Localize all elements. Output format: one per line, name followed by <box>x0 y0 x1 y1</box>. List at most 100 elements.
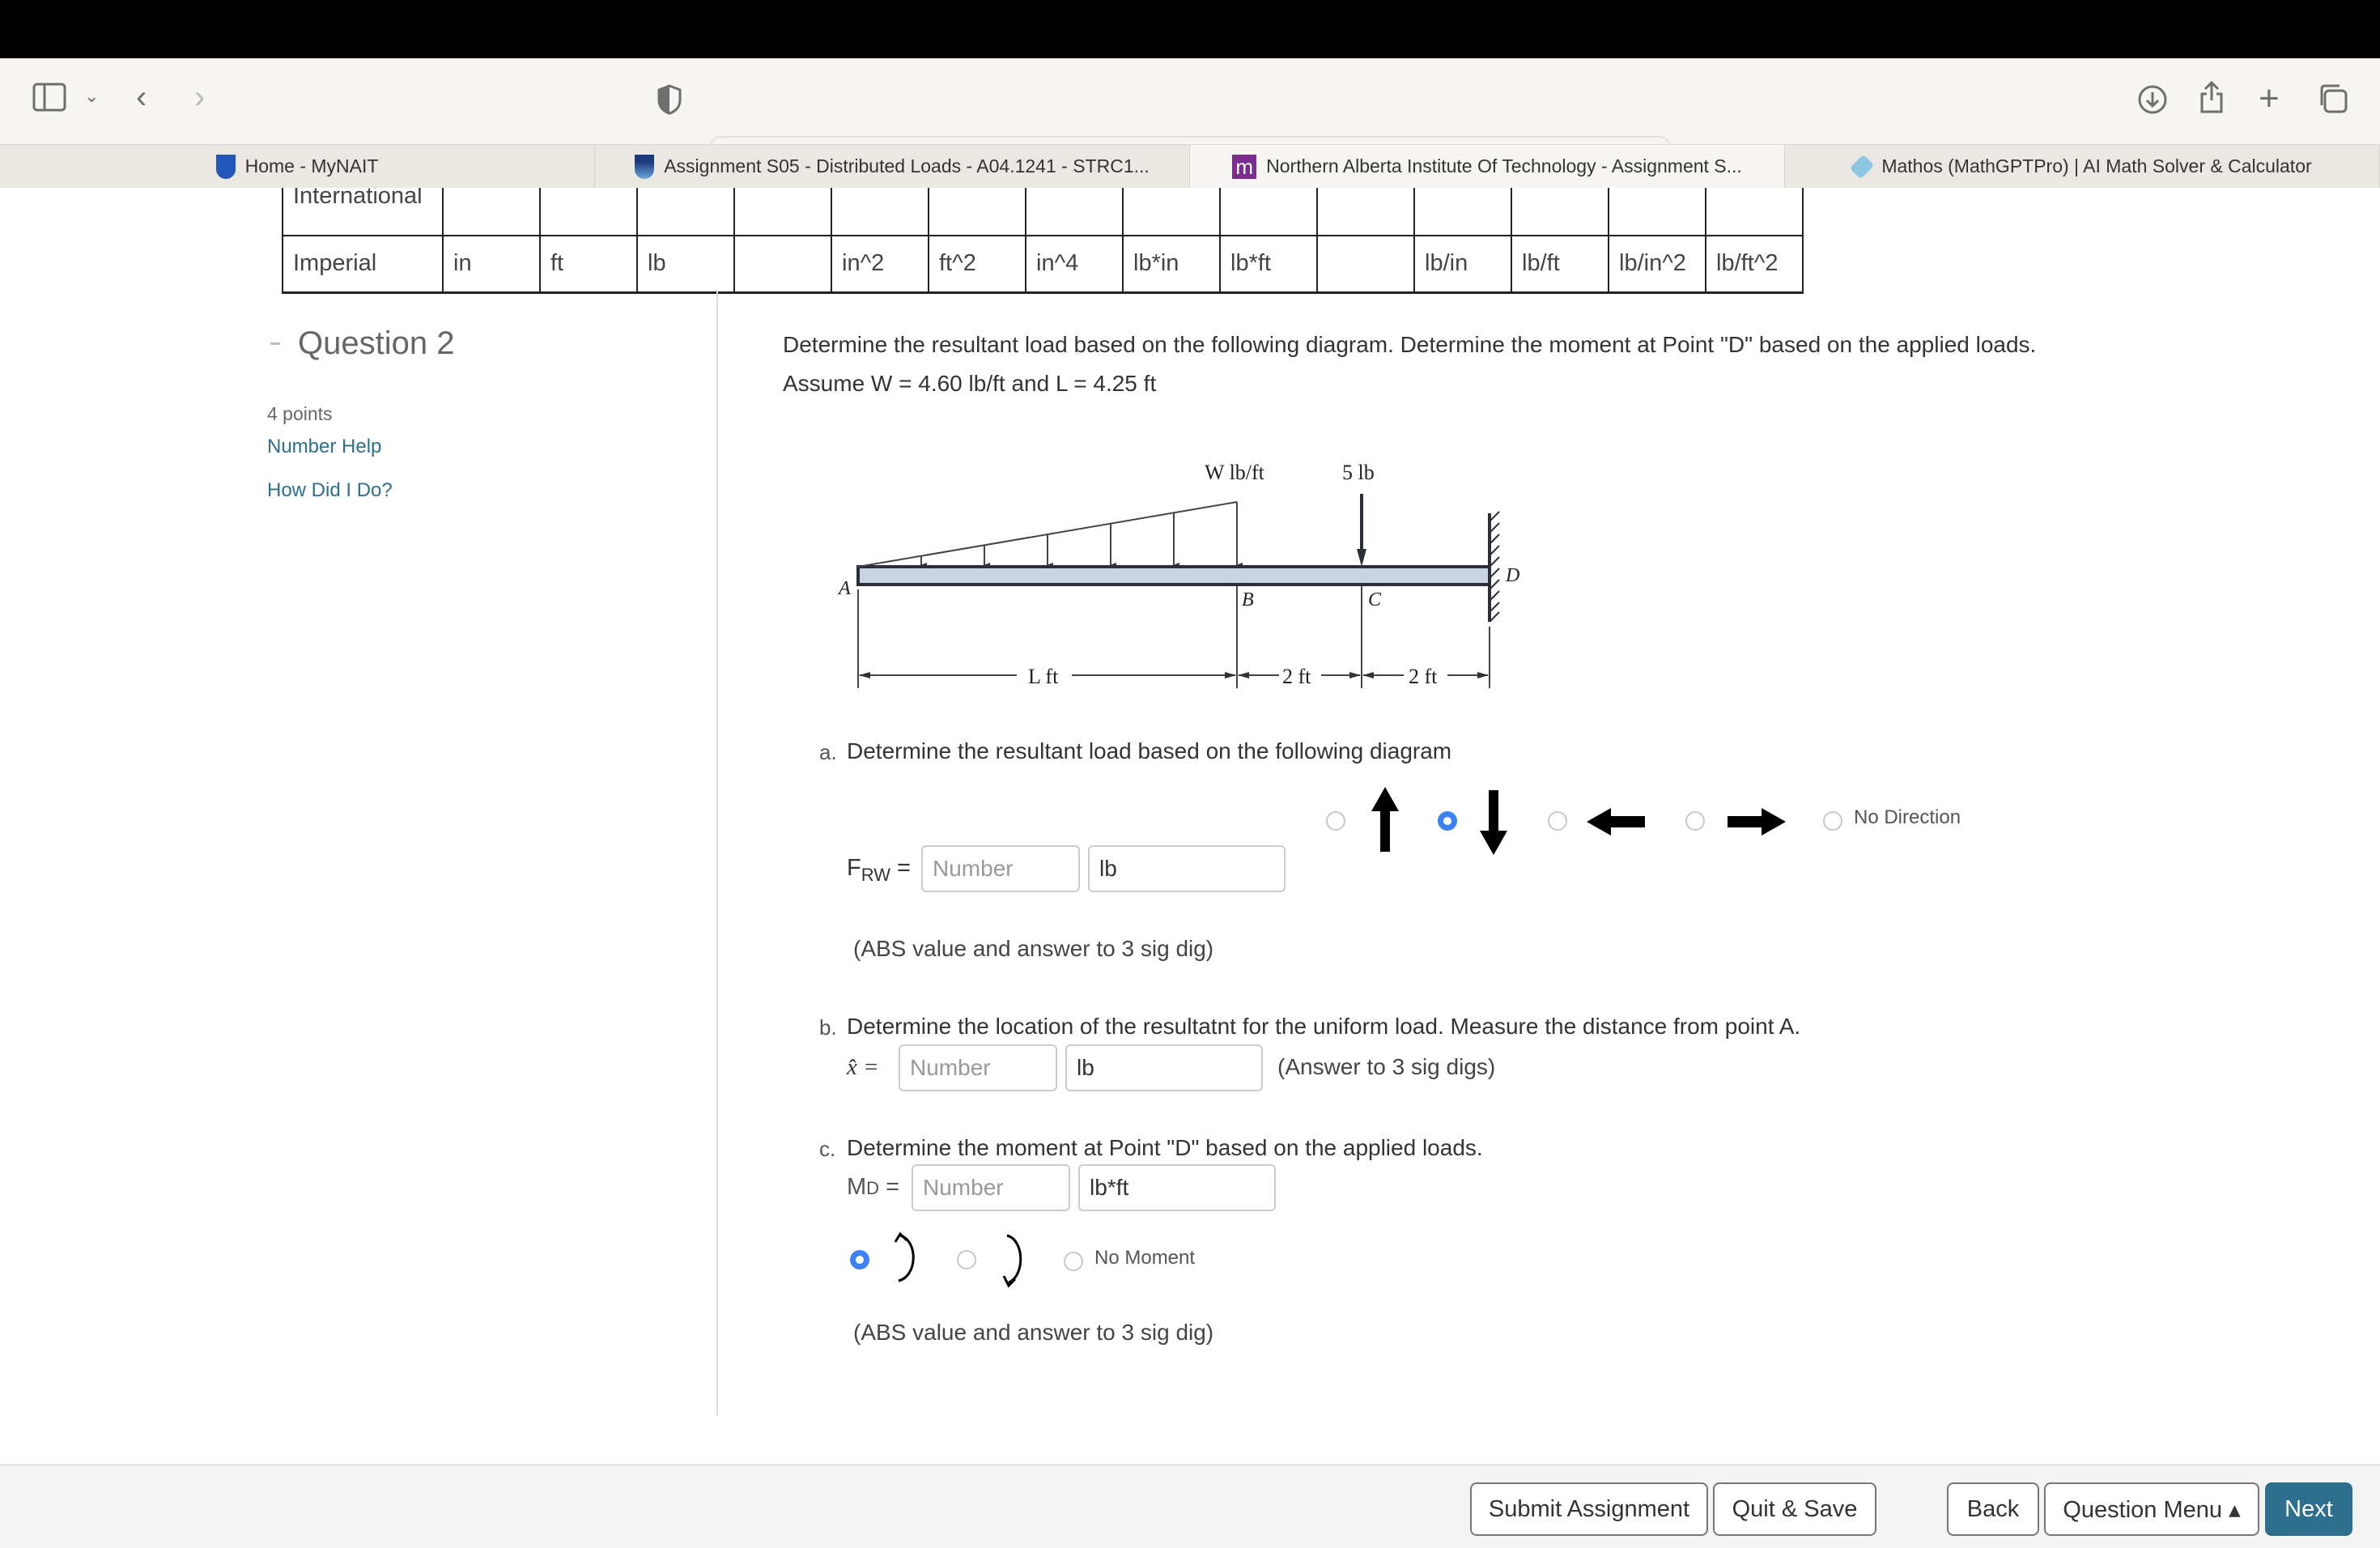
tab-label: Assignment S05 - Distributed Loads - A04… <box>664 155 1150 176</box>
point-a-label: A <box>837 578 851 599</box>
point-c-label: C <box>1368 589 1382 610</box>
part-a-text: Determine the resultant load based on th… <box>847 738 1452 763</box>
x-hat-label: x̂ = <box>847 1054 879 1080</box>
equals-sign: = <box>897 855 911 881</box>
table-cell <box>928 188 1026 236</box>
tab-assignment-s05[interactable]: Assignment S05 - Distributed Loads - A04… <box>595 145 1190 188</box>
table-cell <box>733 188 832 236</box>
table-cell: lb*in <box>1122 235 1221 294</box>
var-subscript: RW <box>861 864 890 885</box>
tab-nait-assignment[interactable]: m Northern Alberta Institute Of Technolo… <box>1190 145 1785 188</box>
question-menu-button[interactable]: Question Menu ▴ <box>2044 1482 2259 1536</box>
part-b-note: (Answer to 3 sig digs) <box>1277 1054 1496 1079</box>
xhat-number-input[interactable]: Number <box>899 1044 1057 1091</box>
var-subscript: D <box>866 1178 880 1198</box>
table-cell <box>831 188 929 236</box>
part-a-note: (ABS value and answer to 3 sig dig) <box>853 936 1214 961</box>
table-cell <box>1705 188 1804 236</box>
table-cell <box>1316 235 1415 294</box>
back-icon[interactable]: ‹ <box>136 81 147 113</box>
point-b-label: B <box>1242 589 1254 610</box>
question-title: Question 2 <box>298 325 455 361</box>
number-help-link[interactable]: Number Help <box>267 436 381 458</box>
equals-sign: = <box>886 1174 900 1200</box>
table-cell <box>539 188 638 236</box>
question-assumptions: Assume W = 4.60 lb/ft and L = 4.25 ft <box>783 371 1157 396</box>
direction-left-radio[interactable] <box>1548 811 1567 831</box>
quit-save-button[interactable]: Quit & Save <box>1713 1482 1876 1536</box>
direction-none-radio[interactable] <box>1823 811 1842 831</box>
part-c-note: (ABS value and answer to 3 sig dig) <box>853 1320 1214 1345</box>
direction-down-radio[interactable] <box>1438 811 1457 831</box>
table-cell: ft^2 <box>928 235 1026 294</box>
browser-toolbar: ⌄ ‹ › nait.mobius.cloud ↻ + <box>0 58 2380 181</box>
md-label: MD = <box>847 1174 899 1201</box>
nait-shield-icon <box>635 154 655 179</box>
tab-home-mynait[interactable]: Home - MyNAIT <box>0 145 595 188</box>
collapse-icon[interactable] <box>270 342 280 345</box>
no-moment-label: No Moment <box>1094 1247 1196 1269</box>
moment-cw-radio[interactable] <box>957 1250 976 1269</box>
new-tab-icon[interactable]: + <box>2259 81 2280 117</box>
tab-overview-icon[interactable] <box>2317 83 2349 121</box>
moment-none-radio[interactable] <box>1064 1252 1083 1271</box>
tab-mathos[interactable]: Mathos (MathGPTPro) | AI Math Solver & C… <box>1785 145 2380 188</box>
clockwise-icon <box>1002 1234 1022 1288</box>
row-label: Imperial <box>282 235 444 294</box>
part-c-text: Determine the moment at Point "D" based … <box>847 1135 1483 1160</box>
table-cell <box>442 188 541 236</box>
mobius-m-icon: m <box>1232 154 1257 179</box>
table-cell <box>1608 188 1706 236</box>
part-b-letter: b. <box>819 1015 837 1040</box>
submit-assignment-button[interactable]: Submit Assignment <box>1470 1482 1708 1536</box>
sidebar-toggle-icon[interactable] <box>32 83 66 117</box>
table-cell <box>1219 188 1318 236</box>
dim-l-label: L ft <box>1028 665 1059 688</box>
frw-unit-input[interactable]: lb <box>1088 845 1286 892</box>
moment-ccw-radio[interactable] <box>850 1250 869 1269</box>
tab-label: Home - MyNAIT <box>244 155 379 176</box>
table-cell: in^4 <box>1025 235 1124 294</box>
distributed-load-label: W lb/ft <box>1205 461 1265 484</box>
tab-bar: Home - MyNAIT Assignment S05 - Distribut… <box>0 144 2380 188</box>
direction-right-radio[interactable] <box>1685 811 1705 831</box>
chevron-down-icon[interactable]: ⌄ <box>84 87 99 105</box>
counterclockwise-icon <box>894 1231 915 1282</box>
no-direction-label: No Direction <box>1854 806 1961 828</box>
md-number-input[interactable]: Number <box>912 1164 1070 1211</box>
frw-label: FRW = <box>847 855 911 886</box>
var-symbol: F <box>847 855 861 881</box>
beam <box>856 565 1491 586</box>
how-did-i-do-link[interactable]: How Did I Do? <box>267 479 393 502</box>
table-cell: lb <box>636 235 735 294</box>
table-cell: lb/ft <box>1511 235 1609 294</box>
table-cell <box>733 235 832 294</box>
table-cell <box>1511 188 1609 236</box>
question-points: 4 points <box>267 403 333 424</box>
column-divider <box>716 290 718 1415</box>
xhat-unit-input[interactable]: lb <box>1065 1044 1263 1091</box>
privacy-shield-icon[interactable] <box>657 84 682 121</box>
system-top-bar <box>0 0 2380 58</box>
download-icon[interactable] <box>2137 84 2168 121</box>
share-icon[interactable] <box>2199 79 2225 121</box>
table-cell <box>636 188 735 236</box>
arrow-down-icon <box>1480 790 1507 855</box>
direction-up-radio[interactable] <box>1326 811 1345 831</box>
assignment-footer: Submit Assignment Quit & Save Back Quest… <box>0 1464 2380 1548</box>
back-button[interactable]: Back <box>1947 1482 2039 1536</box>
row-label: International <box>282 188 444 236</box>
table-row-imperial: Imperial in ft lb in^2 ft^2 in^4 lb*in l… <box>282 235 1804 294</box>
next-button[interactable]: Next <box>2265 1482 2352 1536</box>
table-cell: lb/in^2 <box>1608 235 1706 294</box>
point-load-arrowhead <box>1357 549 1366 567</box>
arrow-left-icon <box>1587 808 1645 836</box>
question-heading[interactable]: Question 2 <box>270 325 454 362</box>
md-unit-input[interactable]: lb*ft <box>1078 1164 1276 1211</box>
mathos-cube-icon <box>1850 154 1875 179</box>
part-c-letter: c. <box>819 1137 836 1161</box>
table-cell <box>1025 188 1124 236</box>
table-cell: ft <box>539 235 638 294</box>
frw-number-input[interactable]: Number <box>921 845 1080 892</box>
forward-icon[interactable]: › <box>194 81 205 113</box>
